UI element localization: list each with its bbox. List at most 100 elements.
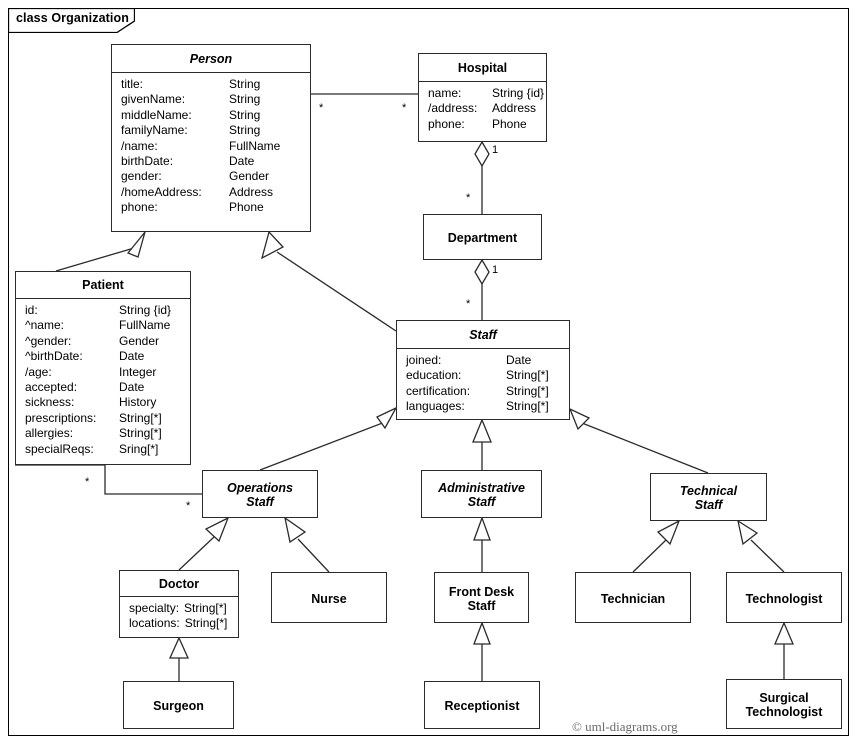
attribute-type: String [229,123,261,138]
attribute-name: /name: [121,138,158,153]
attribute-row: prescriptions: String[*] [16,411,190,426]
attribute-name: certification: [406,383,471,398]
attribute-row: /homeAddress: Address [112,185,310,200]
attribute-type: String [229,92,261,107]
attribute-row: middleName: String [112,108,310,123]
class-name-person: Person [112,45,310,73]
attribute-name: allergies: [25,426,74,441]
attribute-row: accepted: Date [16,380,190,395]
attribute-row: title: String [112,77,310,92]
mult-person-hospital-src: * [319,102,324,114]
attribute-name: gender: [121,169,162,184]
class-name-patient: Patient [16,272,190,299]
class-attributes-doctor: specialty: String[*] locations: String[*] [120,597,238,637]
attribute-type: String [229,107,261,122]
class-name-operations-staff: Operations Staff [227,481,293,509]
attribute-name: specialty: [129,601,180,615]
class-box-technical-staff[interactable]: Technical Staff [650,473,767,521]
class-box-front-desk-staff[interactable]: Front Desk Staff [434,572,529,623]
diagram-frame-label: class Organization [16,11,129,25]
class-box-department[interactable]: Department [423,214,542,260]
attribute-name: name: [428,86,462,100]
attribute-name: prescriptions: [25,410,97,425]
class-name-administrative-staff: Administrative Staff [438,481,525,509]
attribute-type: Date [229,154,255,169]
attribute-row: specialty: String[*] [120,601,238,616]
attribute-name: joined: [406,353,442,367]
attribute-type: Address [492,101,537,116]
class-name-receptionist: Receptionist [444,699,520,713]
attribute-row: ^birthDate: Date [16,349,190,364]
attribute-row: id: String {id} [16,303,190,318]
attribute-type: String [229,77,261,91]
class-box-technologist[interactable]: Technologist [726,572,842,623]
attribute-row: /name: FullName [112,139,310,154]
class-attributes-hospital: name: String {id} /address: Address phone: Ph… [419,82,546,137]
watermark: © uml-diagrams.org [572,719,678,734]
class-box-nurse[interactable]: Nurse [271,572,387,623]
attribute-row: name: String {id} [419,86,546,101]
class-name-hospital: Hospital [419,54,546,82]
mult-patient-ops-src: * [85,476,90,488]
class-box-staff[interactable]: Staff joined: Date education: String[*] certi… [396,320,570,420]
attribute-name: phone: [121,200,158,215]
attribute-type: String[*] [184,616,228,631]
mult-patient-ops-tgt: * [186,500,191,512]
attribute-name: education: [406,368,462,383]
attribute-type: Gender [119,333,160,348]
attribute-type: Date [506,353,532,367]
attribute-type: Integer [119,364,157,379]
attribute-row: languages: String[*] [397,399,569,414]
attribute-name: ^gender: [25,333,72,348]
attribute-name: givenName: [121,92,186,107]
attribute-type: String[*] [119,426,162,441]
class-attributes-staff: joined: Date education: String[*] certificat… [397,349,569,420]
uml-class-diagram: class Organization Person title: String … [0,0,860,747]
attribute-name: /homeAddress: [121,184,202,199]
class-box-person[interactable]: Person title: String givenName: String middle… [111,44,311,232]
mult-dept-staff-star: * [466,298,471,310]
mult-dept-staff-1: 1 [492,264,499,276]
class-name-doctor: Doctor [120,571,238,597]
attribute-type: FullName [119,318,171,333]
attribute-row: ^name: FullName [16,318,190,333]
attribute-type: String[*] [184,601,227,615]
attribute-name: /address: [428,101,478,116]
attribute-name: ^name: [25,318,64,333]
class-name-technical-staff: Technical Staff [679,484,738,512]
class-box-technician[interactable]: Technician [575,572,691,623]
attribute-type: String[*] [119,410,162,425]
class-box-surgical-technologist[interactable]: Surgical Technologist [726,679,842,729]
attribute-row: certification: String[*] [397,384,569,399]
attribute-row: locations: String[*] [120,616,238,631]
attribute-type: FullName [229,138,281,153]
attribute-row: /address: Address [419,101,546,116]
attribute-name: locations: [129,616,180,631]
attribute-type: Phone [492,116,527,131]
class-box-doctor[interactable]: Doctor specialty: String[*] locations: Strin… [119,570,239,638]
class-box-receptionist[interactable]: Receptionist [424,681,540,729]
class-name-front-desk-staff: Front Desk Staff [448,584,515,613]
attribute-row: sickness: History [16,395,190,410]
class-box-patient[interactable]: Patient id: String {id} ^name: FullName ^gend… [15,271,191,465]
attribute-name: middleName: [121,107,192,122]
attribute-type: Address [229,184,274,199]
attribute-row: ^gender: Gender [16,334,190,349]
class-name-department: Department [447,231,518,245]
attribute-name: specialReqs: [25,441,94,456]
attribute-type: String {id} [119,303,172,317]
attribute-row: gender: Gender [112,169,310,184]
class-attributes-patient: id: String {id} ^name: FullName ^gender: Gend… [16,299,190,462]
class-box-administrative-staff[interactable]: Administrative Staff [421,470,542,518]
attribute-name: languages: [406,399,465,414]
attribute-row: birthDate: Date [112,154,310,169]
attribute-name: title: [121,77,144,91]
attribute-type: Gender [229,169,270,184]
class-box-surgeon[interactable]: Surgeon [123,681,234,729]
attribute-type: String {id} [492,86,545,100]
class-name-staff: Staff [397,321,569,349]
attribute-name: accepted: [25,380,78,395]
class-box-hospital[interactable]: Hospital name: String {id} /address: Address… [418,53,547,142]
class-box-operations-staff[interactable]: Operations Staff [202,470,318,518]
attribute-row: /age: Integer [16,365,190,380]
